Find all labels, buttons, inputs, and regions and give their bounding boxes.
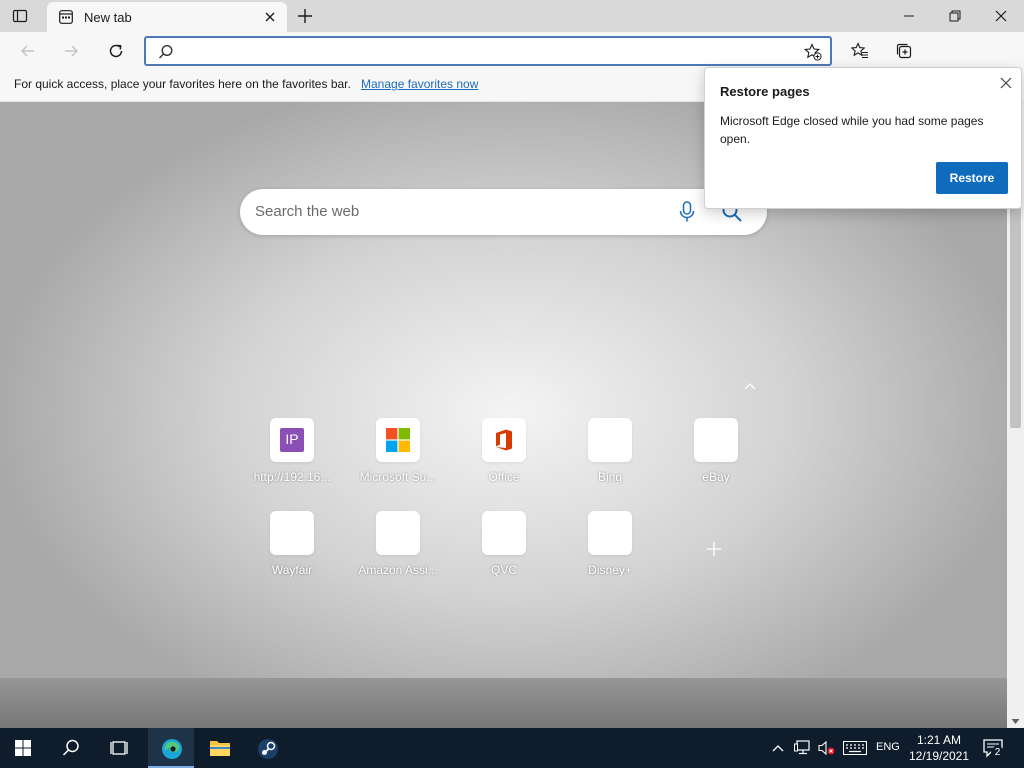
- address-bar[interactable]: [144, 36, 832, 66]
- taskbar-search-button[interactable]: [48, 728, 94, 768]
- edge-logo-icon: [162, 739, 182, 759]
- refresh-button[interactable]: [102, 38, 130, 64]
- blank-site-icon: [598, 428, 622, 452]
- close-popup-icon[interactable]: [999, 76, 1013, 90]
- restore-button[interactable]: Restore: [936, 162, 1008, 194]
- quick-link-label: Amazon Assi...: [358, 563, 438, 577]
- blank-site-icon: [704, 428, 728, 452]
- blank-site-icon: [598, 521, 622, 545]
- tab-new-tab[interactable]: New tab: [47, 2, 287, 32]
- add-site-plus-icon[interactable]: [704, 539, 724, 562]
- taskbar-edge[interactable]: [148, 728, 194, 768]
- favorites-icon[interactable]: [846, 38, 874, 64]
- search-icon: [62, 739, 79, 756]
- task-view-icon: [110, 741, 128, 755]
- volume-muted-icon[interactable]: [818, 740, 836, 759]
- back-button[interactable]: [14, 38, 42, 64]
- collections-icon[interactable]: [890, 38, 918, 64]
- collapse-quick-links-icon[interactable]: [743, 381, 757, 395]
- restore-popup-message: Microsoft Edge closed while you had some…: [720, 114, 984, 146]
- start-button[interactable]: [0, 728, 46, 768]
- restore-pages-popup: Restore pages Microsoft Edge closed whil…: [704, 67, 1022, 209]
- scroll-down-icon[interactable]: [1011, 714, 1020, 728]
- screen: New tab For quick access, place your fav…: [0, 0, 1024, 768]
- quick-link-tile[interactable]: Wayfair: [250, 511, 334, 591]
- new-tab-page-icon: [59, 10, 73, 24]
- taskbar-file-explorer[interactable]: [196, 728, 242, 768]
- quick-link-label: Bing: [597, 470, 623, 484]
- close-window-button[interactable]: [978, 0, 1024, 32]
- input-language[interactable]: ENG: [876, 741, 900, 753]
- action-center-button[interactable]: 2: [983, 738, 1004, 761]
- favorites-bar-message: For quick access, place your favorites h…: [14, 77, 351, 91]
- quick-link-tile[interactable]: QVC: [462, 511, 546, 591]
- blank-site-icon: [280, 521, 304, 545]
- quick-link-tile[interactable]: Amazon Assi...: [356, 511, 440, 591]
- touch-keyboard-icon[interactable]: [843, 741, 867, 758]
- ip-badge-text: IP: [285, 431, 299, 447]
- quick-link-label: Office: [488, 470, 520, 484]
- manage-favorites-link[interactable]: Manage favorites now: [361, 77, 478, 91]
- close-tab-icon[interactable]: [263, 10, 277, 24]
- clock-date: 12/19/2021: [908, 749, 970, 763]
- microsoft-logo-icon: [386, 428, 410, 452]
- minimize-button[interactable]: [886, 0, 932, 32]
- taskbar-steam[interactable]: [244, 728, 290, 768]
- blank-site-icon: [492, 521, 516, 545]
- quick-link-tile[interactable]: eBay: [674, 418, 758, 498]
- restore-popup-title: Restore pages: [720, 84, 810, 99]
- web-search-box[interactable]: Search the web: [240, 189, 767, 235]
- quick-link-tile[interactable]: Bing: [568, 418, 652, 498]
- quick-link-label: QVC: [490, 563, 517, 577]
- search-icon: [158, 44, 174, 63]
- ip-icon: IP: [280, 428, 304, 452]
- quick-link-label: Disney+: [588, 563, 632, 577]
- search-placeholder: Search the web: [255, 203, 360, 220]
- steam-logo-icon: [258, 739, 278, 759]
- forward-button[interactable]: [57, 38, 85, 64]
- page-bottom-band: [0, 678, 1007, 728]
- tab-actions-icon[interactable]: [12, 8, 28, 24]
- folder-icon: [210, 741, 230, 756]
- tab-strip: New tab: [0, 0, 1024, 32]
- quick-link-label: eBay: [702, 470, 730, 484]
- toolbar: [0, 32, 1024, 98]
- quick-link-label: http://192.16...: [253, 470, 331, 484]
- taskbar-clock[interactable]: 1:21 AM 12/19/2021: [906, 732, 972, 764]
- quick-link-tile[interactable]: IP http://192.16...: [250, 418, 334, 498]
- restore-window-button[interactable]: [932, 0, 978, 32]
- blank-site-icon: [386, 521, 410, 545]
- add-favorite-icon[interactable]: [803, 43, 822, 64]
- quick-link-tile[interactable]: Disney+: [568, 511, 652, 591]
- network-icon[interactable]: [794, 740, 812, 759]
- windows-logo-icon: [15, 740, 31, 756]
- tab-title: New tab: [84, 10, 132, 25]
- clock-time: 1:21 AM: [916, 733, 962, 747]
- taskbar: ENG 1:21 AM 12/19/2021 2: [0, 728, 1024, 768]
- new-tab-plus-icon[interactable]: [296, 7, 314, 25]
- quick-link-label: Microsoft Su...: [359, 470, 437, 484]
- notification-count-badge: 2: [991, 746, 1004, 759]
- address-input[interactable]: [182, 42, 782, 60]
- microphone-icon[interactable]: [679, 201, 695, 226]
- show-hidden-icons-icon[interactable]: [771, 742, 785, 756]
- quick-link-tile[interactable]: Office: [462, 418, 546, 498]
- office-logo-icon: [492, 428, 516, 452]
- quick-link-label: Wayfair: [271, 563, 313, 577]
- quick-link-tile[interactable]: Microsoft Su...: [356, 418, 440, 498]
- task-view-button[interactable]: [96, 728, 142, 768]
